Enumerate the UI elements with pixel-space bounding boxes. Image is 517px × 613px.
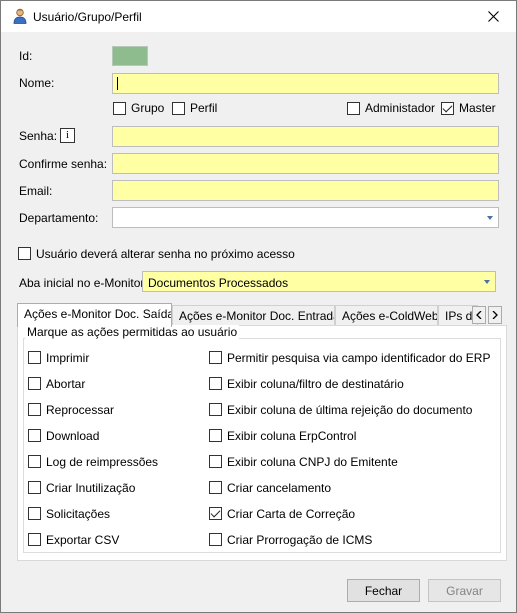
fechar-button[interactable]: Fechar (347, 579, 420, 602)
alterar-senha-checkbox[interactable] (18, 247, 31, 260)
senha-label: Senha: (19, 129, 58, 143)
permission-left-item-checkbox[interactable] (28, 507, 41, 520)
permission-right-item-label: Criar Prorrogação de ICMS (227, 533, 373, 547)
tab-scroll-left-button[interactable] (472, 306, 486, 324)
permission-right-item-checkbox[interactable] (209, 507, 222, 520)
perfil-checkbox[interactable] (172, 102, 185, 115)
permission-left-item-label: Reprocessar (46, 403, 115, 417)
senha-input[interactable] (112, 126, 499, 147)
administrador-checkbox[interactable] (347, 102, 360, 115)
permission-left-item-checkbox[interactable] (28, 481, 41, 494)
chevron-down-icon[interactable] (484, 280, 490, 284)
dialog-window: Usuário/Grupo/Perfil Id: Nome: Grupo Per… (0, 0, 517, 613)
permission-right-item-checkbox[interactable] (209, 351, 222, 364)
permissions-group-title: Marque as ações permitidas ao usuário (25, 325, 240, 339)
window-title: Usuário/Grupo/Perfil (33, 10, 142, 24)
email-label: Email: (19, 184, 53, 198)
permission-left-item-checkbox[interactable] (28, 533, 41, 546)
permission-left-item-checkbox[interactable] (28, 429, 41, 442)
permission-right-item-label: Exibir coluna/filtro de destinatário (227, 377, 404, 391)
id-field (112, 46, 148, 66)
info-icon-glyph: i (65, 129, 70, 141)
chevron-right-icon (492, 311, 498, 319)
permission-right-item-checkbox[interactable] (209, 533, 222, 546)
permission-right-item-checkbox[interactable] (209, 481, 222, 494)
tab-label: Ações e-Monitor Doc. Entrada (179, 309, 335, 323)
permission-right-item-label: Exibir coluna de última rejeição do docu… (227, 403, 473, 417)
departamento-label: Departamento: (19, 211, 99, 225)
tab-acoes-entrada[interactable]: Ações e-Monitor Doc. Entrada (172, 305, 335, 326)
permission-right-item-checkbox[interactable] (209, 377, 222, 390)
perfil-label: Perfil (190, 101, 218, 115)
permission-left-item-label: Exportar CSV (46, 533, 120, 547)
permission-left-item-checkbox[interactable] (28, 351, 41, 364)
administrador-label: Administador (365, 101, 436, 115)
permission-left-item-label: Solicitações (46, 507, 111, 521)
close-button[interactable] (471, 1, 516, 32)
aba-inicial-label: Aba inicial no e-Monitor: (19, 276, 148, 290)
tab-label: Ações e-ColdWeb (342, 309, 438, 323)
confirme-senha-label: Confirme senha: (19, 157, 108, 171)
permission-left-item-checkbox[interactable] (28, 455, 41, 468)
close-icon (488, 11, 499, 22)
permission-right-item-checkbox[interactable] (209, 429, 222, 442)
tab-label: Ações e-Monitor Doc. Saída (24, 307, 172, 321)
grupo-label: Grupo (131, 101, 165, 115)
permission-left-item-label: Imprimir (46, 351, 90, 365)
nome-label: Nome: (19, 76, 55, 90)
permission-right-item-checkbox[interactable] (209, 403, 222, 416)
permission-left-item-label: Log de reimpressões (46, 455, 159, 469)
id-label: Id: (19, 49, 33, 63)
permission-left-item-label: Abortar (46, 377, 86, 391)
aba-inicial-value: Documentos Processados (148, 276, 289, 290)
departamento-select[interactable] (112, 207, 499, 228)
gravar-button[interactable]: Gravar (428, 579, 501, 602)
nome-input[interactable] (112, 73, 499, 94)
permission-right-item-label: Criar Carta de Correção (227, 507, 356, 521)
aba-inicial-select[interactable]: Documentos Processados (142, 271, 496, 292)
chevron-left-icon (476, 311, 482, 319)
master-checkbox[interactable] (441, 102, 454, 115)
tab-strip: Ações e-Monitor Doc. Saída Ações e-Monit… (17, 303, 507, 327)
permission-right-item-label: Exibir coluna ErpControl (227, 429, 357, 443)
master-label: Master (459, 101, 496, 115)
info-icon[interactable]: i (60, 128, 75, 143)
permission-left-item-label: Download (46, 429, 100, 443)
text-cursor (117, 77, 118, 90)
tab-acoes-coldweb[interactable]: Ações e-ColdWeb (335, 305, 438, 326)
title-bar: Usuário/Grupo/Perfil (1, 1, 516, 32)
user-icon (13, 8, 27, 24)
permission-left-item-checkbox[interactable] (28, 403, 41, 416)
permission-right-item-checkbox[interactable] (209, 455, 222, 468)
permission-left-item-label: Criar Inutilização (46, 481, 136, 495)
permission-right-item-label: Permitir pesquisa via campo identificado… (227, 351, 491, 365)
tab-scroll-right-button[interactable] (488, 306, 502, 324)
permission-right-item-label: Exibir coluna CNPJ do Emitente (227, 455, 398, 469)
alterar-senha-label: Usuário deverá alterar senha no próximo … (36, 247, 295, 261)
email-input[interactable] (112, 180, 499, 201)
tab-acoes-saida[interactable]: Ações e-Monitor Doc. Saída (17, 303, 172, 327)
permission-right-item-label: Criar cancelamento (227, 481, 332, 495)
permission-left-item-checkbox[interactable] (28, 377, 41, 390)
chevron-down-icon[interactable] (487, 216, 493, 220)
grupo-checkbox[interactable] (113, 102, 126, 115)
confirme-senha-input[interactable] (112, 153, 499, 174)
